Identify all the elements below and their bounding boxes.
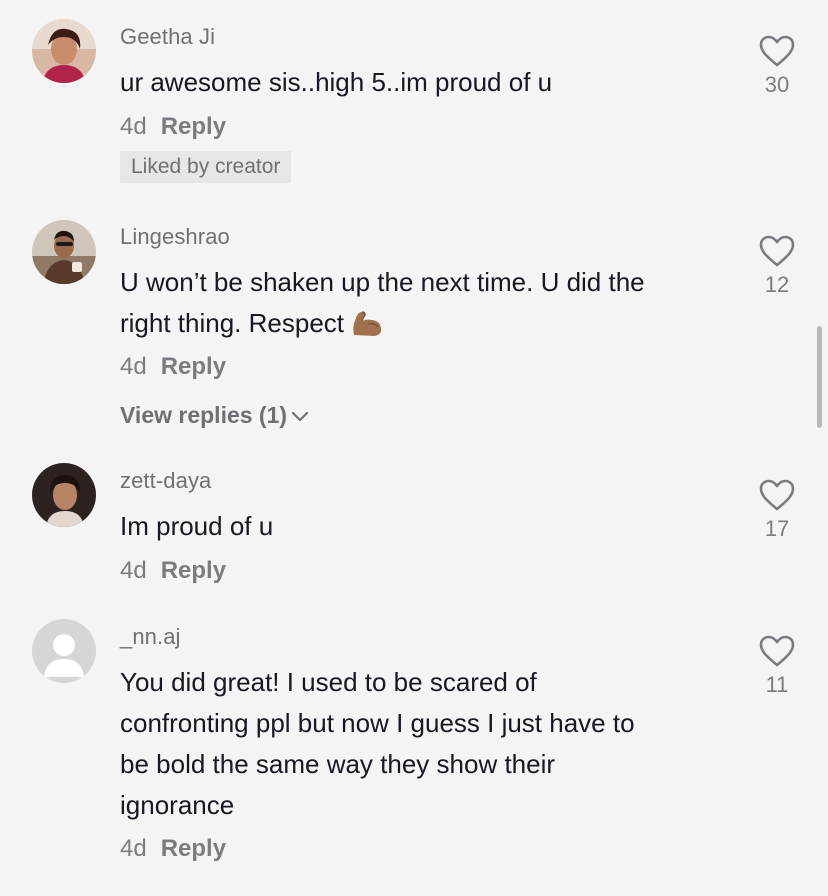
comment-time: 4d bbox=[120, 557, 147, 584]
comment-text-line: be bold the same way they show their bbox=[120, 749, 556, 779]
like-button[interactable]: 12 bbox=[754, 234, 800, 298]
default-avatar-icon bbox=[32, 619, 96, 683]
heart-icon bbox=[759, 479, 795, 511]
heart-icon bbox=[759, 635, 795, 667]
comment-username[interactable]: _nn.aj bbox=[120, 624, 181, 650]
like-count: 11 bbox=[765, 672, 789, 697]
comments-panel: Geetha Ji ur awesome sis..high 5..im pro… bbox=[0, 0, 828, 896]
scrollbar[interactable] bbox=[817, 326, 822, 428]
heart-icon bbox=[759, 35, 795, 67]
avatar[interactable] bbox=[32, 463, 96, 527]
comment-text-line: U won’t be shaken up the next time. U di… bbox=[120, 267, 645, 297]
comment-text: ur awesome sis..high 5..im proud of u bbox=[120, 67, 553, 97]
comment-text-line: right thing. Respect bbox=[120, 303, 730, 350]
comment-username[interactable]: Geetha Ji bbox=[120, 24, 215, 50]
comment-meta: 4d Reply bbox=[120, 557, 226, 585]
user-photo-icon bbox=[32, 220, 96, 284]
user-photo-icon bbox=[32, 19, 96, 83]
comment-time: 4d bbox=[120, 113, 147, 140]
reply-button[interactable]: Reply bbox=[161, 353, 226, 380]
reply-button[interactable]: Reply bbox=[161, 557, 226, 584]
reply-button[interactable]: Reply bbox=[161, 113, 226, 140]
comment-username[interactable]: Lingeshrao bbox=[120, 224, 230, 250]
comment-text: You did great! I used to be scared of co… bbox=[120, 662, 730, 826]
comment-meta: 4d Reply bbox=[120, 353, 226, 381]
avatar[interactable] bbox=[32, 220, 96, 284]
comment-meta: 4d Reply bbox=[120, 113, 226, 141]
comment-text-fragment: right thing. Respect bbox=[120, 308, 345, 338]
like-button[interactable]: 17 bbox=[754, 478, 800, 542]
chevron-down-icon bbox=[291, 411, 309, 422]
like-button[interactable]: 11 bbox=[754, 634, 800, 698]
comment-text: U won’t be shaken up the next time. U di… bbox=[120, 262, 730, 350]
liked-by-creator-badge: Liked by creator bbox=[120, 151, 292, 183]
avatar[interactable] bbox=[32, 619, 96, 683]
comment-username[interactable]: zett-daya bbox=[120, 468, 211, 494]
comment-text: Im proud of u bbox=[120, 511, 274, 541]
like-count: 30 bbox=[764, 72, 790, 97]
comment-text-line: confronting ppl but now I guess I just h… bbox=[120, 708, 635, 738]
comment-meta: 4d Reply bbox=[120, 835, 226, 863]
comment-time: 4d bbox=[120, 835, 147, 862]
view-replies-button[interactable]: View replies (1) bbox=[120, 402, 309, 429]
comment-time: 4d bbox=[120, 353, 147, 380]
like-count: 12 bbox=[764, 272, 790, 297]
comment-text-line: You did great! I used to be scared of bbox=[120, 667, 537, 697]
like-count: 17 bbox=[764, 516, 790, 541]
comment-text-line: ignorance bbox=[120, 790, 235, 820]
user-photo-icon bbox=[32, 463, 96, 527]
like-button[interactable]: 30 bbox=[754, 34, 800, 98]
flexed-biceps-icon bbox=[350, 308, 384, 350]
avatar[interactable] bbox=[32, 19, 96, 83]
heart-icon bbox=[759, 235, 795, 267]
reply-button[interactable]: Reply bbox=[161, 835, 226, 862]
view-replies-label: View replies (1) bbox=[120, 402, 288, 428]
